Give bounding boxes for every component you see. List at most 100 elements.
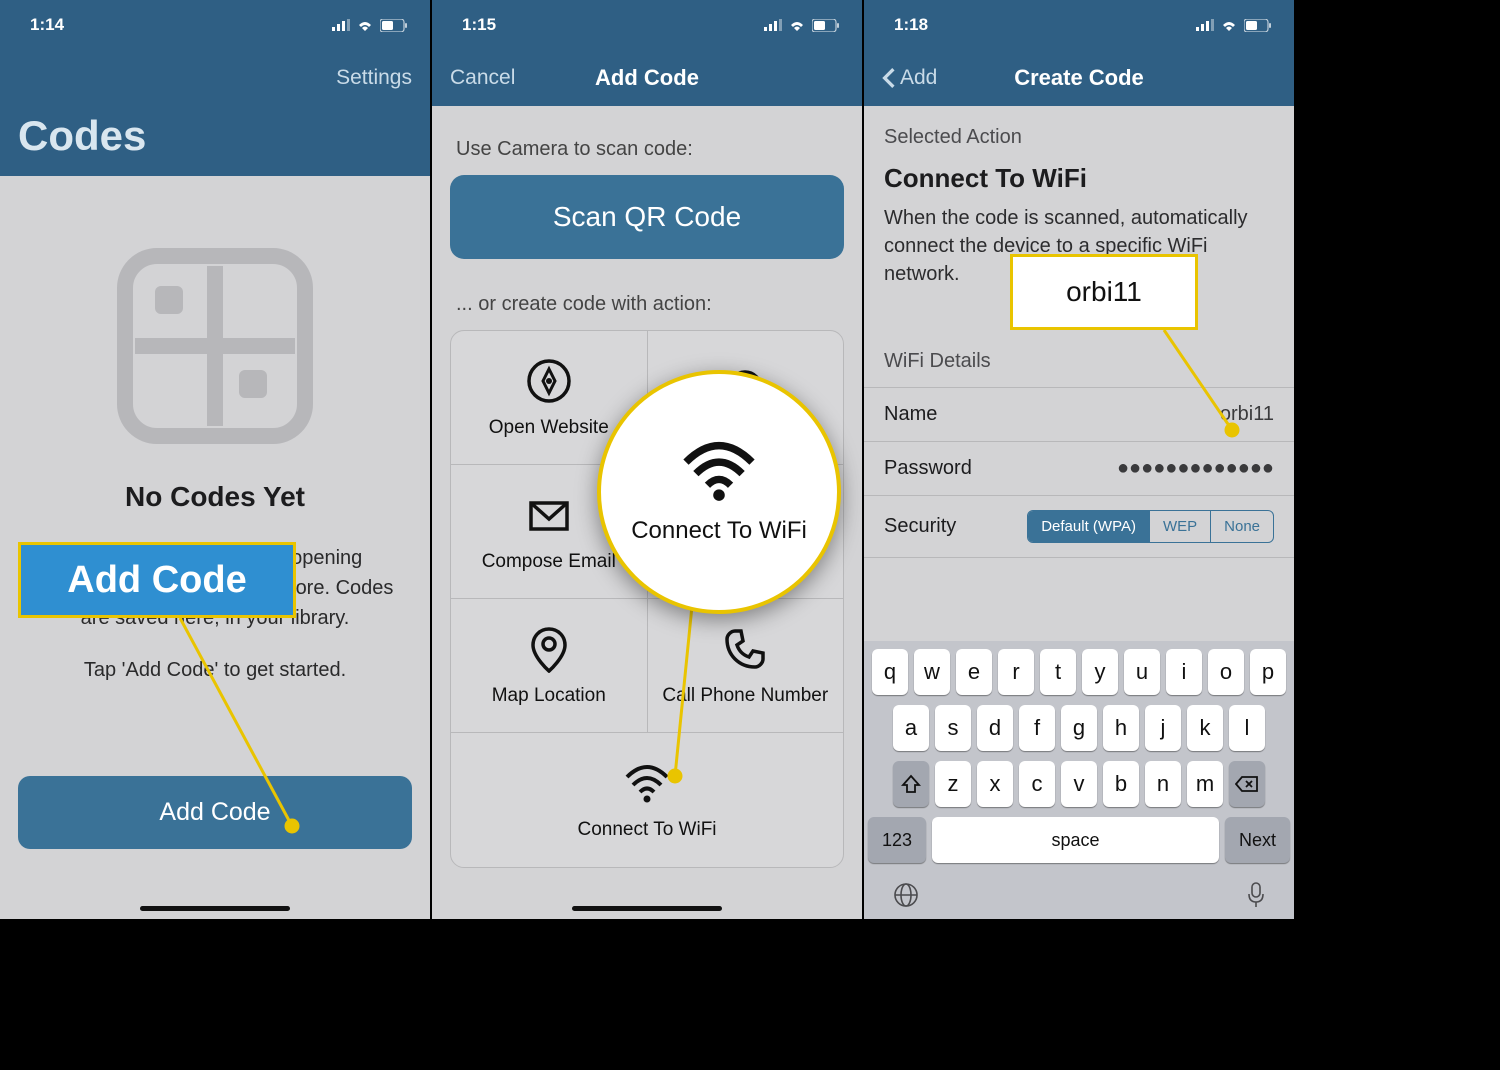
wifi-icon: [623, 759, 671, 807]
highlight-add-code: Add Code: [18, 542, 296, 618]
kbd-row-4: 123 space Next: [868, 817, 1290, 863]
next-key[interactable]: Next: [1225, 817, 1290, 863]
key-j[interactable]: j: [1145, 705, 1181, 751]
chevron-left-icon: [882, 67, 896, 89]
wifi-icon: [356, 19, 374, 32]
wifi-icon: [1220, 19, 1238, 32]
key-q[interactable]: q: [872, 649, 908, 695]
key-g[interactable]: g: [1061, 705, 1097, 751]
key-i[interactable]: i: [1166, 649, 1202, 695]
key-a[interactable]: a: [893, 705, 929, 751]
cancel-button[interactable]: Cancel: [450, 66, 515, 90]
action-title: Connect To WiFi: [864, 163, 1294, 204]
mic-icon[interactable]: [1246, 881, 1266, 909]
key-m[interactable]: m: [1187, 761, 1223, 807]
signal-icon: [764, 19, 782, 31]
signal-icon: [332, 19, 350, 31]
empty-state-heading: No Codes Yet: [0, 481, 430, 513]
key-h[interactable]: h: [1103, 705, 1139, 751]
envelope-icon: [525, 491, 573, 539]
status-bar: 1:14: [0, 0, 430, 50]
status-icons: [764, 19, 840, 32]
shift-icon: [901, 774, 921, 794]
wifi-icon: [676, 439, 762, 505]
nav-bar: Add Create Code: [864, 50, 1294, 106]
key-r[interactable]: r: [998, 649, 1034, 695]
key-l[interactable]: l: [1229, 705, 1265, 751]
screen-create-code: 1:18 Add Create Code Selected Action Con…: [864, 0, 1296, 919]
shift-key[interactable]: [893, 761, 929, 807]
space-key[interactable]: space: [932, 817, 1219, 863]
kbd-row-1: qwertyuiop: [868, 649, 1290, 695]
key-e[interactable]: e: [956, 649, 992, 695]
action-map-location[interactable]: Map Location: [451, 599, 648, 733]
settings-button[interactable]: Settings: [336, 66, 412, 90]
key-b[interactable]: b: [1103, 761, 1139, 807]
or-create-prompt: ... or create code with action:: [456, 293, 844, 316]
add-code-button[interactable]: Add Code: [18, 776, 412, 849]
status-time: 1:18: [894, 15, 928, 35]
nav-title: Add Code: [595, 65, 699, 91]
security-label: Security: [884, 515, 956, 538]
nav-bar: Cancel Add Code: [432, 50, 862, 106]
seg-none[interactable]: None: [1211, 511, 1273, 542]
keyboard[interactable]: qwertyuiop asdfghjkl zxcvbnm 123 space N…: [864, 641, 1294, 919]
action-call-phone[interactable]: Call Phone Number: [648, 599, 844, 733]
highlight-orbi-value: orbi11: [1010, 254, 1198, 330]
key-u[interactable]: u: [1124, 649, 1160, 695]
key-n[interactable]: n: [1145, 761, 1181, 807]
status-icons: [1196, 19, 1272, 32]
key-p[interactable]: p: [1250, 649, 1286, 695]
kbd-row-2: asdfghjkl: [868, 705, 1290, 751]
wifi-name-row[interactable]: Name orbi11: [864, 388, 1294, 442]
battery-icon: [380, 19, 408, 32]
key-k[interactable]: k: [1187, 705, 1223, 751]
password-value: ●●●●●●●●●●●●●: [1117, 457, 1274, 480]
status-bar: 1:15: [432, 0, 862, 50]
security-segmented-control[interactable]: Default (WPA) WEP None: [1027, 510, 1274, 543]
seg-default-wpa[interactable]: Default (WPA): [1028, 511, 1150, 542]
screen-codes-library: 1:14 Settings Codes No Codes Yet Scan or…: [0, 0, 432, 919]
home-indicator[interactable]: [140, 906, 290, 911]
home-indicator[interactable]: [572, 906, 722, 911]
kbd-row-3: zxcvbnm: [868, 761, 1290, 807]
action-connect-wifi[interactable]: Connect To WiFi: [549, 733, 745, 867]
numbers-key[interactable]: 123: [868, 817, 926, 863]
key-x[interactable]: x: [977, 761, 1013, 807]
key-o[interactable]: o: [1208, 649, 1244, 695]
wifi-icon: [788, 19, 806, 32]
selected-action-header: Selected Action: [864, 106, 1294, 163]
backspace-key[interactable]: [1229, 761, 1265, 807]
battery-icon: [812, 19, 840, 32]
key-d[interactable]: d: [977, 705, 1013, 751]
pin-icon: [525, 625, 573, 673]
action-label: Open Website: [489, 417, 609, 439]
phone-icon: [721, 625, 769, 673]
key-y[interactable]: y: [1082, 649, 1118, 695]
empty-state-cta-text: Tap 'Add Code' to get started.: [0, 659, 430, 682]
key-c[interactable]: c: [1019, 761, 1055, 807]
back-label: Add: [900, 66, 937, 90]
key-t[interactable]: t: [1040, 649, 1076, 695]
action-label: Connect To WiFi: [577, 819, 716, 841]
key-v[interactable]: v: [1061, 761, 1097, 807]
key-f[interactable]: f: [1019, 705, 1055, 751]
back-button[interactable]: Add: [882, 66, 937, 90]
status-time: 1:15: [462, 15, 496, 35]
key-z[interactable]: z: [935, 761, 971, 807]
globe-icon[interactable]: [892, 881, 920, 909]
bubble-label: Connect To WiFi: [631, 517, 807, 545]
qr-placeholder-icon: [115, 246, 315, 446]
seg-wep[interactable]: WEP: [1150, 511, 1211, 542]
key-w[interactable]: w: [914, 649, 950, 695]
key-s[interactable]: s: [935, 705, 971, 751]
scan-qr-button[interactable]: Scan QR Code: [450, 175, 844, 259]
compass-icon: [525, 357, 573, 405]
nav-title: Create Code: [1014, 65, 1144, 91]
wifi-security-row: Security Default (WPA) WEP None: [864, 496, 1294, 558]
action-label: Compose Email: [482, 551, 616, 573]
action-label: Map Location: [492, 685, 606, 707]
status-bar: 1:18: [864, 0, 1294, 50]
name-value: orbi11: [1220, 403, 1274, 426]
wifi-password-row[interactable]: Password ●●●●●●●●●●●●●: [864, 442, 1294, 496]
